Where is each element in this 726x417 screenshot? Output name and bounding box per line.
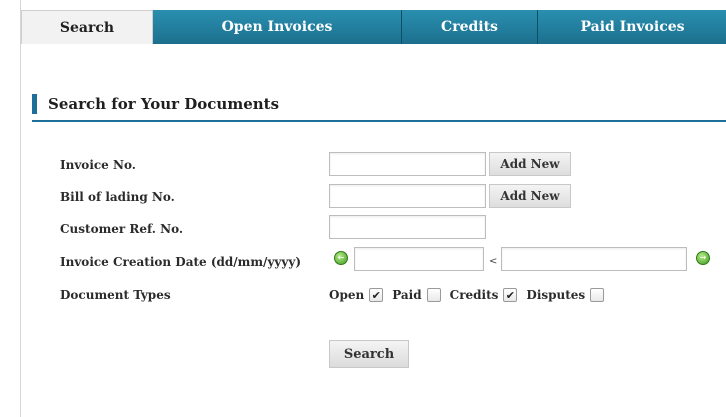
bill-of-lading-input[interactable]	[329, 184, 486, 208]
invoice-no-input[interactable]	[329, 152, 486, 176]
date-range-separator: <	[489, 256, 498, 267]
date-to-calendar-icon[interactable]: →	[696, 251, 710, 265]
type-credits-checkbox[interactable]: ✔	[503, 288, 518, 302]
content-frame: Search Open Invoices Credits Paid Invoic…	[20, 0, 726, 417]
type-open-checkbox[interactable]: ✔	[369, 288, 384, 302]
tab-paid-invoices[interactable]: Paid Invoices	[538, 10, 726, 44]
type-disputes-checkbox[interactable]	[590, 288, 605, 302]
date-from-input[interactable]	[354, 247, 484, 271]
date-from-calendar-icon[interactable]: ←	[334, 251, 348, 265]
checkmark-icon: ✔	[505, 288, 516, 302]
document-types-label: Document Types	[60, 288, 171, 302]
date-to-input[interactable]	[501, 247, 687, 271]
tab-open-invoices[interactable]: Open Invoices	[153, 10, 402, 44]
tab-bar: Search Open Invoices Credits Paid Invoic…	[21, 10, 726, 44]
document-types-group: Open ✔ Paid Credits ✔ Disputes	[329, 288, 613, 302]
type-disputes-label: Disputes	[526, 288, 586, 302]
tab-search[interactable]: Search	[21, 10, 153, 44]
type-paid-label: Paid	[392, 288, 422, 302]
bill-of-lading-label: Bill of lading No.	[60, 190, 175, 204]
search-button[interactable]: Search	[329, 340, 409, 368]
customer-ref-label: Customer Ref. No.	[60, 222, 184, 236]
section-title: Search for Your Documents	[48, 95, 280, 113]
type-open-label: Open	[329, 288, 365, 302]
checkmark-icon: ✔	[371, 288, 381, 302]
tab-credits[interactable]: Credits	[402, 10, 538, 44]
type-credits-label: Credits	[449, 288, 499, 302]
invoice-no-label: Invoice No.	[60, 158, 136, 172]
creation-date-label: Invoice Creation Date (dd/mm/yyyy)	[60, 255, 302, 269]
type-paid-checkbox[interactable]	[426, 288, 441, 302]
bill-of-lading-add-new-button[interactable]: Add New	[489, 184, 571, 208]
customer-ref-input[interactable]	[329, 215, 486, 239]
section-header: Search for Your Documents	[32, 94, 726, 122]
invoice-add-new-button[interactable]: Add New	[489, 152, 571, 176]
section-accent-bar	[32, 94, 37, 114]
